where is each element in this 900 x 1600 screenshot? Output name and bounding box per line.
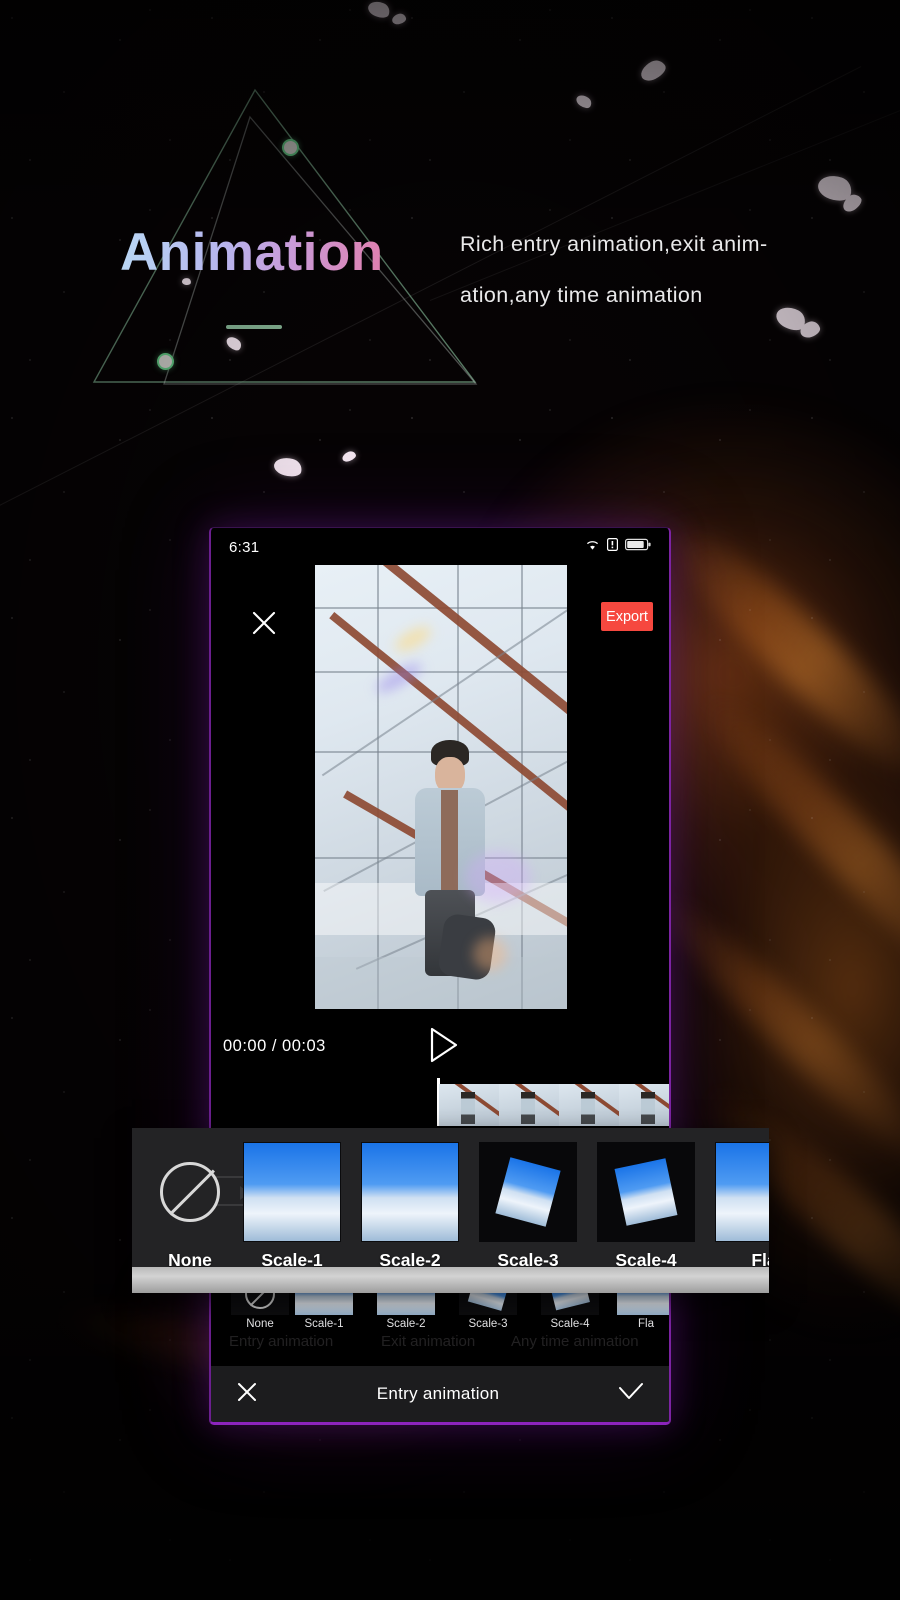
tab-exit-animation[interactable]: Exit animation [381,1333,475,1350]
preset-label: Scale-1 [304,1318,344,1330]
video-preview[interactable] [315,565,567,1009]
status-clock: 6:31 [229,538,260,556]
preset-label: Scale-3 [468,1318,508,1330]
preset-thumb-fla [715,1142,769,1242]
wifi-icon [585,538,600,556]
magnified-preset-scale-3[interactable]: Scale-3 [478,1142,578,1271]
panel-title: Entry animation [376,1384,500,1403]
magnified-preset-scale-2[interactable]: Scale-2 [360,1142,460,1271]
tab-any-time-animation[interactable]: Any time animation [511,1333,639,1350]
magnified-preset-scale-4[interactable]: Scale-4 [596,1142,696,1271]
close-button[interactable] [249,608,279,638]
timeline-filmstrip[interactable] [439,1084,669,1126]
play-button[interactable] [426,1026,460,1064]
battery-icon [625,538,651,556]
confirm-bar: Entry animation [211,1366,669,1422]
animation-tab-bar[interactable]: Entry animation Exit animation Any time … [211,1333,669,1355]
preset-thumb-scale-4 [597,1142,695,1242]
preset-label: Scale-4 [550,1318,590,1330]
page-title: Animation [120,223,384,282]
timeline-frame [559,1084,619,1126]
preset-label: Scale-2 [386,1318,426,1330]
timeline-frame [439,1084,499,1126]
timeline-frame [619,1084,669,1126]
status-bar: 6:31 [211,528,669,566]
confirm-button[interactable] [617,1381,645,1408]
magnified-preset-none[interactable]: None [140,1142,240,1271]
preset-label: None [246,1318,274,1330]
preset-thumb-scale-3 [479,1142,577,1242]
magnifier-lens-edge [132,1267,769,1293]
cancel-button[interactable] [235,1380,259,1409]
preset-thumb-scale-1 [243,1142,341,1242]
magnified-preset-panel[interactable]: None Scale-1 Scale-2 Scale-3 Scale-4 Fl [132,1128,769,1293]
magnified-preset-scale-1[interactable]: Scale-1 [242,1142,342,1271]
lens-flare [465,851,531,903]
preset-thumb-scale-2 [361,1142,459,1242]
no-animation-icon [160,1162,220,1222]
lens-flare [473,937,507,971]
tab-entry-animation[interactable]: Entry animation [229,1333,333,1350]
preset-label: Fla [638,1318,654,1330]
timecode-label: 00:00 / 00:03 [223,1037,326,1055]
sim-card-icon [607,538,619,556]
magnified-preset-fla[interactable]: Fla [714,1142,769,1271]
timeline-frame [499,1084,559,1126]
page-subtitle: Rich entry animation,exit anim- ation,an… [460,232,768,307]
export-button[interactable]: Export [601,602,653,631]
